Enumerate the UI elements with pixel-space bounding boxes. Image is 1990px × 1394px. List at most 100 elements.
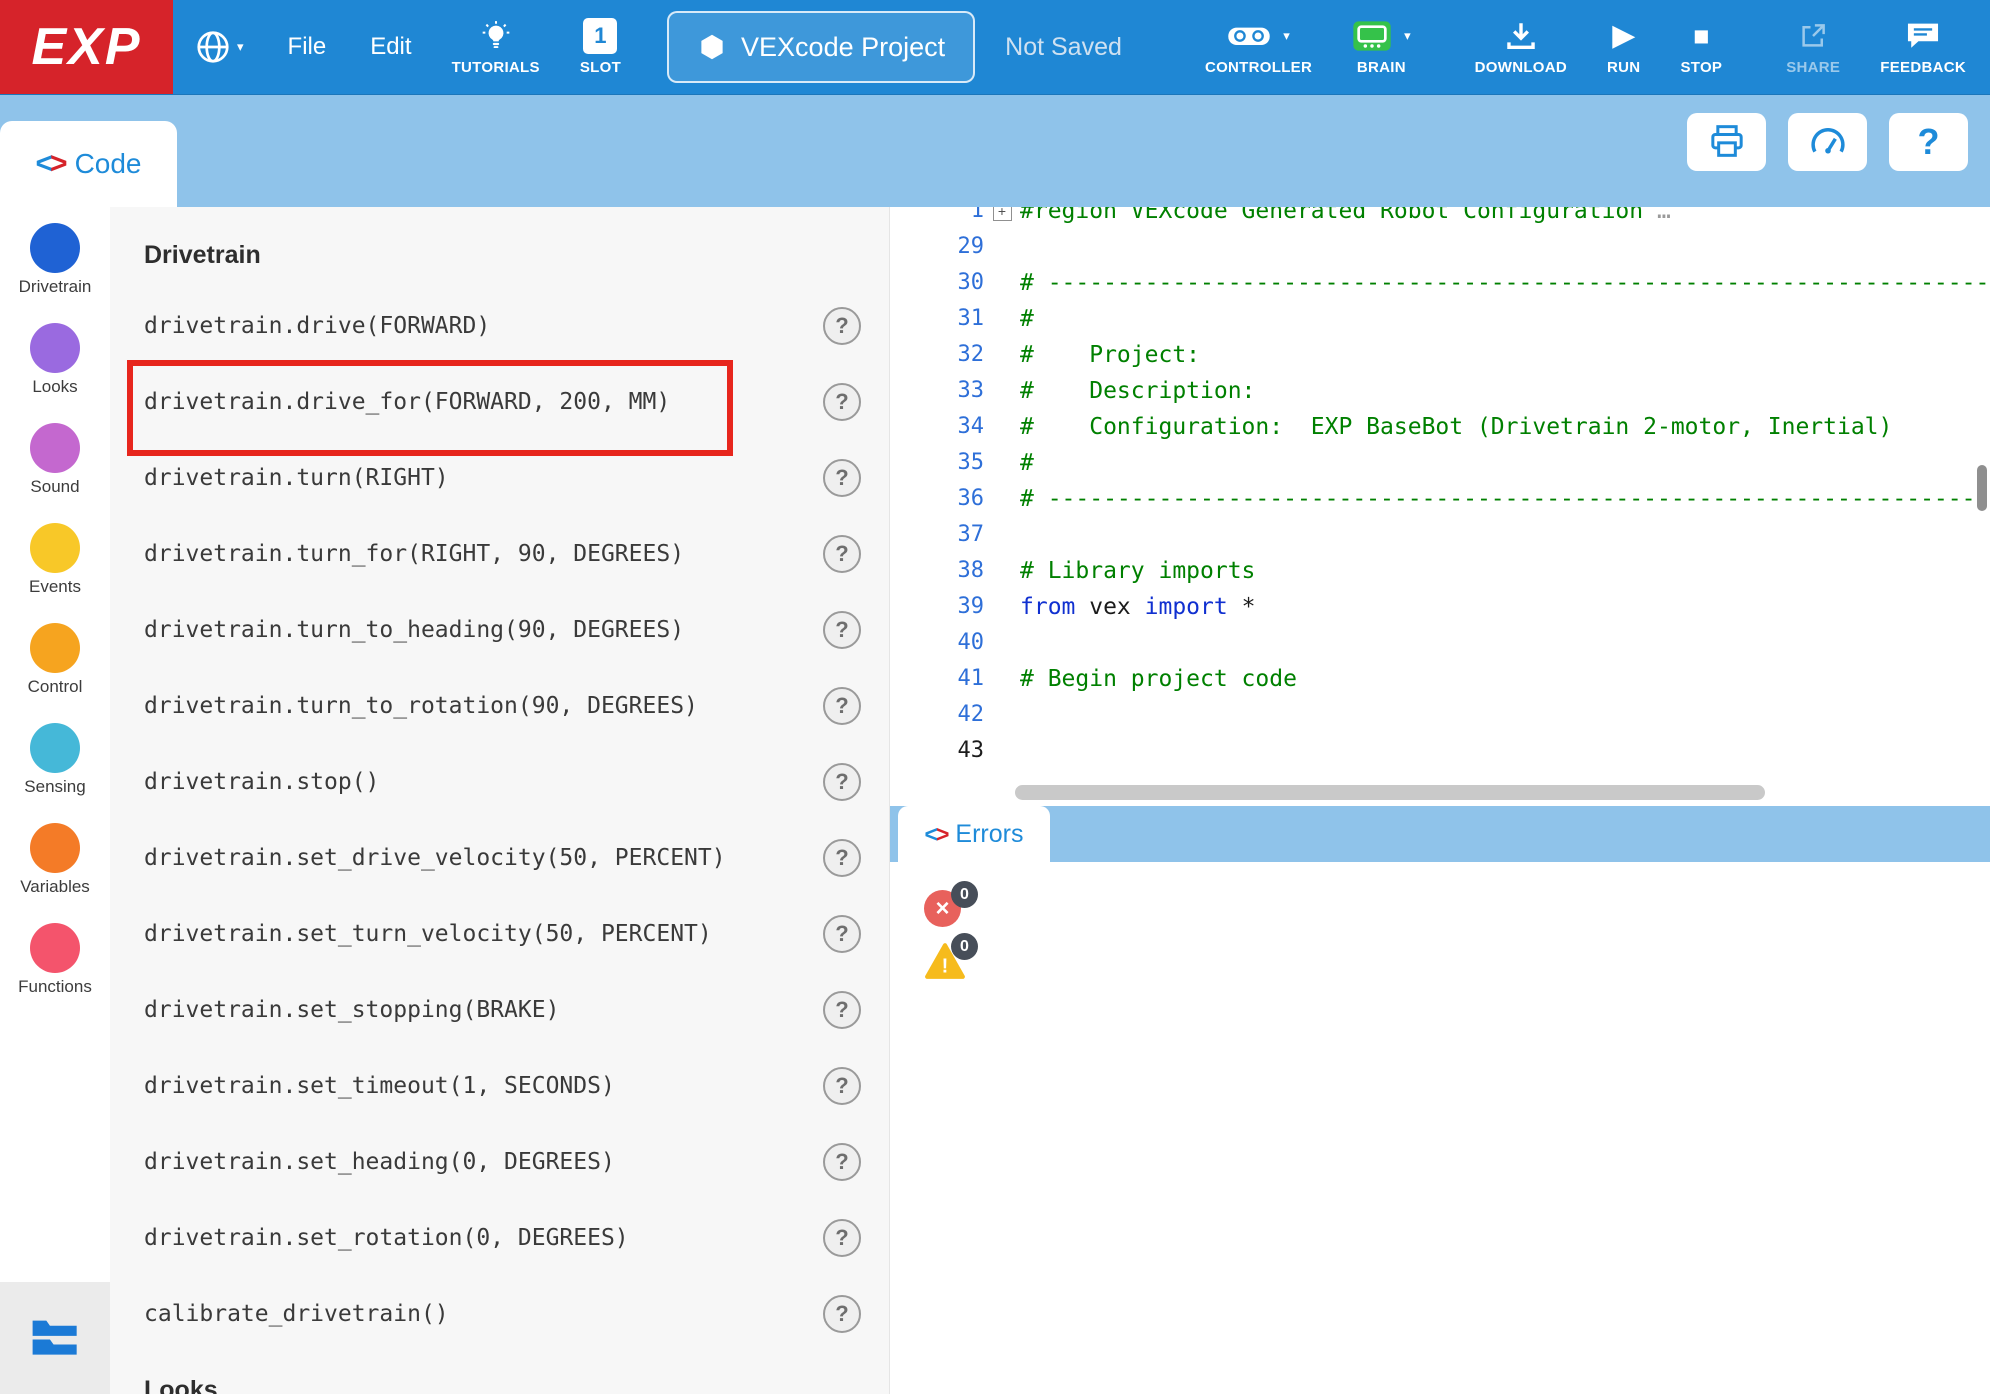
- help-button[interactable]: ?: [823, 459, 861, 497]
- command-code: drivetrain.set_turn_velocity(50, PERCENT…: [144, 921, 712, 947]
- code-line[interactable]: 32# Project:: [914, 337, 1990, 373]
- help-button[interactable]: ?: [823, 1219, 861, 1257]
- slot-button[interactable]: 1 SLOT: [580, 18, 621, 76]
- help-button[interactable]: ?: [823, 687, 861, 725]
- blocks-toggle-icon[interactable]: [29, 1316, 81, 1360]
- command-row[interactable]: drivetrain.set_timeout(1, SECONDS)?: [110, 1048, 889, 1124]
- fold-gutter: [984, 697, 1020, 733]
- command-row[interactable]: drivetrain.set_drive_velocity(50, PERCEN…: [110, 820, 889, 896]
- menu-edit[interactable]: Edit: [370, 33, 411, 61]
- monitor-dashboard-button[interactable]: [1788, 113, 1867, 171]
- help-button[interactable]: ?: [823, 383, 861, 421]
- sidebar-item-sensing[interactable]: Sensing: [0, 723, 110, 823]
- line-number: 34: [914, 409, 984, 445]
- help-button[interactable]: ?: [1889, 113, 1968, 171]
- line-number: 33: [914, 373, 984, 409]
- command-row[interactable]: drivetrain.stop()?: [110, 744, 889, 820]
- help-button[interactable]: ?: [823, 1143, 861, 1181]
- tab-code[interactable]: <> Code: [0, 121, 177, 207]
- code-line[interactable]: 37: [914, 517, 1990, 553]
- code-line[interactable]: 31#: [914, 301, 1990, 337]
- code-line[interactable]: 34# Configuration: EXP BaseBot (Drivetra…: [914, 409, 1990, 445]
- fold-gutter: [984, 445, 1020, 481]
- code-line[interactable]: 43: [914, 733, 1990, 769]
- horizontal-scrollbar[interactable]: [1015, 785, 1765, 800]
- command-row[interactable]: drivetrain.set_stopping(BRAKE)?: [110, 972, 889, 1048]
- command-row[interactable]: drivetrain.turn_for(RIGHT, 90, DEGREES)?: [110, 516, 889, 592]
- sidebar-item-events[interactable]: Events: [0, 523, 110, 623]
- sidebar-item-control[interactable]: Control: [0, 623, 110, 723]
- fold-expand-icon[interactable]: +: [993, 207, 1012, 221]
- command-row[interactable]: drivetrain.set_heading(0, DEGREES)?: [110, 1124, 889, 1200]
- command-code: drivetrain.turn_to_rotation(90, DEGREES): [144, 693, 698, 719]
- code-line[interactable]: 38# Library imports: [914, 553, 1990, 589]
- help-button[interactable]: ?: [823, 535, 861, 573]
- help-button[interactable]: ?: [823, 307, 861, 345]
- help-button[interactable]: ?: [823, 991, 861, 1029]
- sidebar-item-drivetrain[interactable]: Drivetrain: [0, 223, 110, 323]
- command-row[interactable]: drivetrain.set_rotation(0, DEGREES)?: [110, 1200, 889, 1276]
- chevron-down-icon: ▾: [1404, 28, 1411, 44]
- tutorials-button[interactable]: TUTORIALS: [452, 18, 540, 76]
- line-number: 38: [914, 553, 984, 589]
- command-row[interactable]: drivetrain.set_turn_velocity(50, PERCENT…: [110, 896, 889, 972]
- code-line[interactable]: 42: [914, 697, 1990, 733]
- sidebar-item-sound[interactable]: Sound: [0, 423, 110, 523]
- code-token: # Begin project code: [1020, 666, 1297, 692]
- sidebar-item-variables[interactable]: Variables: [0, 823, 110, 923]
- project-name-button[interactable]: VEXcode Project: [667, 11, 975, 83]
- download-icon: [1504, 19, 1538, 53]
- command-row[interactable]: drivetrain.drive_for(FORWARD, 200, MM)?: [110, 364, 889, 440]
- code-brackets-icon: <>: [36, 147, 65, 181]
- menu-file[interactable]: File: [288, 33, 327, 61]
- command-row[interactable]: drivetrain.turn_to_rotation(90, DEGREES)…: [110, 668, 889, 744]
- vertical-scrollbar[interactable]: [1977, 465, 1987, 511]
- brain-label: BRAIN: [1357, 59, 1406, 76]
- drivetrain-category-icon: [30, 223, 80, 273]
- help-button[interactable]: ?: [823, 763, 861, 801]
- language-menu[interactable]: ▾: [195, 29, 244, 65]
- code-line[interactable]: 41# Begin project code: [914, 661, 1990, 697]
- code-text: # --------------------------------------…: [1020, 265, 1990, 301]
- brain-button[interactable]: ▾ BRAIN: [1352, 18, 1411, 76]
- line-number: 43: [914, 733, 984, 769]
- tab-errors[interactable]: <> Errors: [898, 806, 1050, 862]
- stop-button[interactable]: ■ STOP: [1680, 18, 1722, 76]
- command-row[interactable]: drivetrain.drive(FORWARD)?: [110, 288, 889, 364]
- printer-icon: [1707, 122, 1747, 162]
- error-count-row: × 0: [924, 890, 994, 934]
- code-line[interactable]: 36# ------------------------------------…: [914, 481, 1990, 517]
- command-code: drivetrain.turn_to_heading(90, DEGREES): [144, 617, 684, 643]
- events-category-icon: [30, 523, 80, 573]
- download-button[interactable]: DOWNLOAD: [1475, 18, 1567, 76]
- sidebar-item-functions[interactable]: Functions: [0, 923, 110, 1023]
- code-line[interactable]: 1+#region VEXcode Generated Robot Config…: [914, 207, 1990, 229]
- sidebar-item-looks[interactable]: Looks: [0, 323, 110, 423]
- feedback-button[interactable]: FEEDBACK: [1880, 18, 1966, 76]
- help-button[interactable]: ?: [823, 915, 861, 953]
- code-line[interactable]: 33# Description:: [914, 373, 1990, 409]
- code-line[interactable]: 39from vex import *: [914, 589, 1990, 625]
- code-text: # Project:: [1020, 337, 1200, 373]
- help-button[interactable]: ?: [823, 1067, 861, 1105]
- category-label: Control: [28, 677, 83, 697]
- hexagon-icon: [697, 32, 727, 62]
- code-line[interactable]: 40: [914, 625, 1990, 661]
- help-button[interactable]: ?: [823, 1295, 861, 1333]
- command-row[interactable]: calibrate_drivetrain()?: [110, 1276, 889, 1352]
- print-console-button[interactable]: [1687, 113, 1766, 171]
- controller-button[interactable]: ▾ CONTROLLER: [1205, 18, 1312, 76]
- command-code: drivetrain.set_heading(0, DEGREES): [144, 1149, 615, 1175]
- run-button[interactable]: ▶ RUN: [1607, 18, 1640, 76]
- help-button[interactable]: ?: [823, 611, 861, 649]
- line-number: 31: [914, 301, 984, 337]
- code-line[interactable]: 35#: [914, 445, 1990, 481]
- code-line[interactable]: 29: [914, 229, 1990, 265]
- code-line[interactable]: 30# ------------------------------------…: [914, 265, 1990, 301]
- code-editor[interactable]: 1+#region VEXcode Generated Robot Config…: [890, 207, 1990, 806]
- editor-lines: 1+#region VEXcode Generated Robot Config…: [890, 207, 1990, 769]
- command-row[interactable]: drivetrain.turn(RIGHT)?: [110, 440, 889, 516]
- command-row[interactable]: drivetrain.turn_to_heading(90, DEGREES)?: [110, 592, 889, 668]
- help-button[interactable]: ?: [823, 839, 861, 877]
- code-token: # Project:: [1020, 342, 1200, 368]
